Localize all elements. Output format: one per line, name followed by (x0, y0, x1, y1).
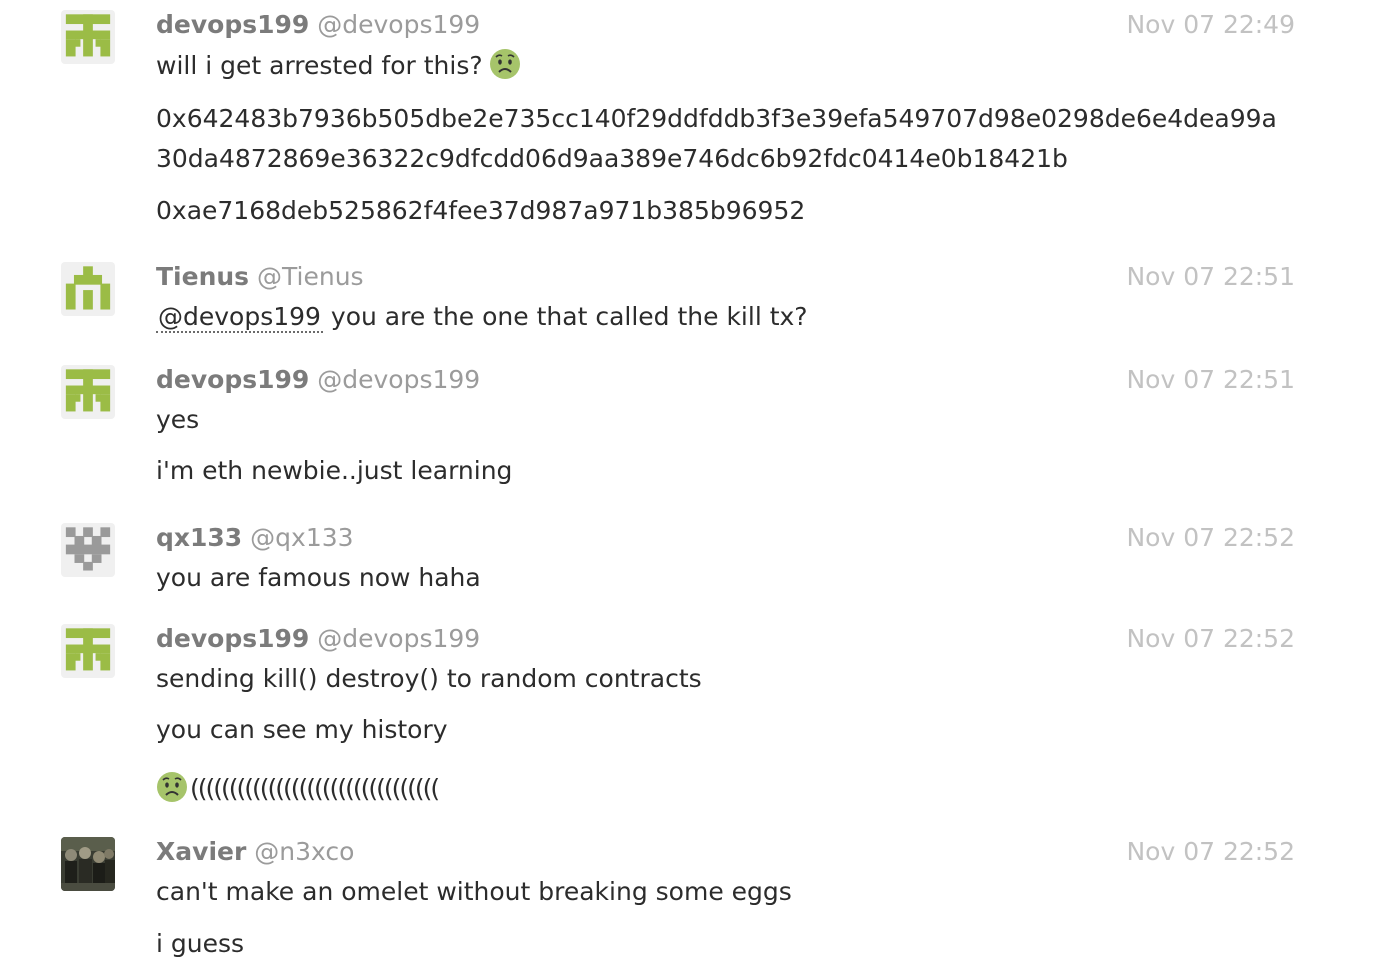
timestamp[interactable]: Nov 07 22:49 (1126, 5, 1295, 45)
avatar[interactable] (61, 523, 115, 577)
username[interactable]: @Tienus (257, 262, 364, 291)
chat-message: devops199 @devops199 Nov 07 22:49 will i… (0, 5, 1400, 245)
identicon-icon (61, 10, 115, 64)
message-text: yes (156, 405, 200, 434)
identicon-icon (61, 262, 115, 316)
username[interactable]: @n3xco (254, 837, 354, 866)
message-header: devops199 @devops199 (156, 619, 480, 659)
chat-message: Tienus @Tienus Nov 07 22:51 @devops199 y… (0, 257, 1400, 347)
message-text-content: you are the one that called the kill tx? (330, 302, 808, 331)
message-text: (((((((((((((((((((((((((((((((( (156, 769, 440, 809)
message-text: i guess (156, 929, 245, 958)
avatar[interactable] (61, 262, 115, 316)
username[interactable]: @devops199 (317, 624, 480, 653)
message-text: @devops199 you are the one that called t… (156, 297, 808, 337)
display-name[interactable]: Xavier (156, 837, 246, 866)
display-name[interactable]: devops199 (156, 10, 309, 39)
timestamp[interactable]: Nov 07 22:52 (1126, 832, 1295, 872)
chat-message: qx133 @qx133 Nov 07 22:52 you are famous… (0, 518, 1400, 608)
username[interactable]: @devops199 (317, 10, 480, 39)
display-name[interactable]: Tienus (156, 262, 249, 291)
chat-message-list: devops199 @devops199 Nov 07 22:49 will i… (0, 0, 1400, 976)
message-header: Xavier @n3xco (156, 832, 354, 872)
message-header: qx133 @qx133 (156, 518, 354, 558)
identicon-icon (61, 523, 115, 577)
chat-message: devops199 @devops199 Nov 07 22:51 yes i'… (0, 360, 1400, 500)
avatar[interactable] (61, 624, 115, 678)
username[interactable]: @devops199 (317, 365, 480, 394)
display-name[interactable]: qx133 (156, 523, 242, 552)
display-name[interactable]: devops199 (156, 624, 309, 653)
identicon-icon (61, 365, 115, 419)
timestamp[interactable]: Nov 07 22:52 (1126, 619, 1295, 659)
timestamp[interactable]: Nov 07 22:51 (1126, 360, 1295, 400)
message-header: devops199 @devops199 (156, 5, 480, 45)
display-name[interactable]: devops199 (156, 365, 309, 394)
avatar[interactable] (61, 365, 115, 419)
worried-face-icon (489, 48, 521, 80)
message-text: 0x642483b7936b505dbe2e735cc140f29ddfddb3… (156, 104, 1277, 173)
identicon-icon (61, 624, 115, 678)
avatar[interactable] (61, 10, 115, 64)
timestamp[interactable]: Nov 07 22:51 (1126, 257, 1295, 297)
timestamp[interactable]: Nov 07 22:52 (1126, 518, 1295, 558)
chat-message: devops199 @devops199 Nov 07 22:52 sendin… (0, 619, 1400, 819)
user-mention-link[interactable]: @devops199 (156, 302, 323, 333)
username[interactable]: @qx133 (250, 523, 353, 552)
message-text-content: (((((((((((((((((((((((((((((((( (190, 774, 440, 803)
message-text: will i get arrested for this? (156, 46, 521, 86)
message-text-content: will i get arrested for this? (156, 51, 483, 80)
message-text: you can see my history (156, 715, 448, 744)
message-text: 0xae7168deb525862f4fee37d987a971b385b969… (156, 196, 806, 225)
worried-face-icon (156, 771, 188, 803)
message-text: sending kill() destroy() to random contr… (156, 664, 702, 693)
chat-message: Xavier @n3xco Nov 07 22:52 can't make an… (0, 832, 1400, 976)
message-header: devops199 @devops199 (156, 360, 480, 400)
message-text: you are famous now haha (156, 563, 481, 592)
message-header: Tienus @Tienus (156, 257, 364, 297)
message-text: i'm eth newbie..just learning (156, 456, 513, 485)
message-text: can't make an omelet without breaking so… (156, 877, 792, 906)
user-photo-icon (61, 837, 115, 891)
avatar[interactable] (61, 837, 115, 891)
